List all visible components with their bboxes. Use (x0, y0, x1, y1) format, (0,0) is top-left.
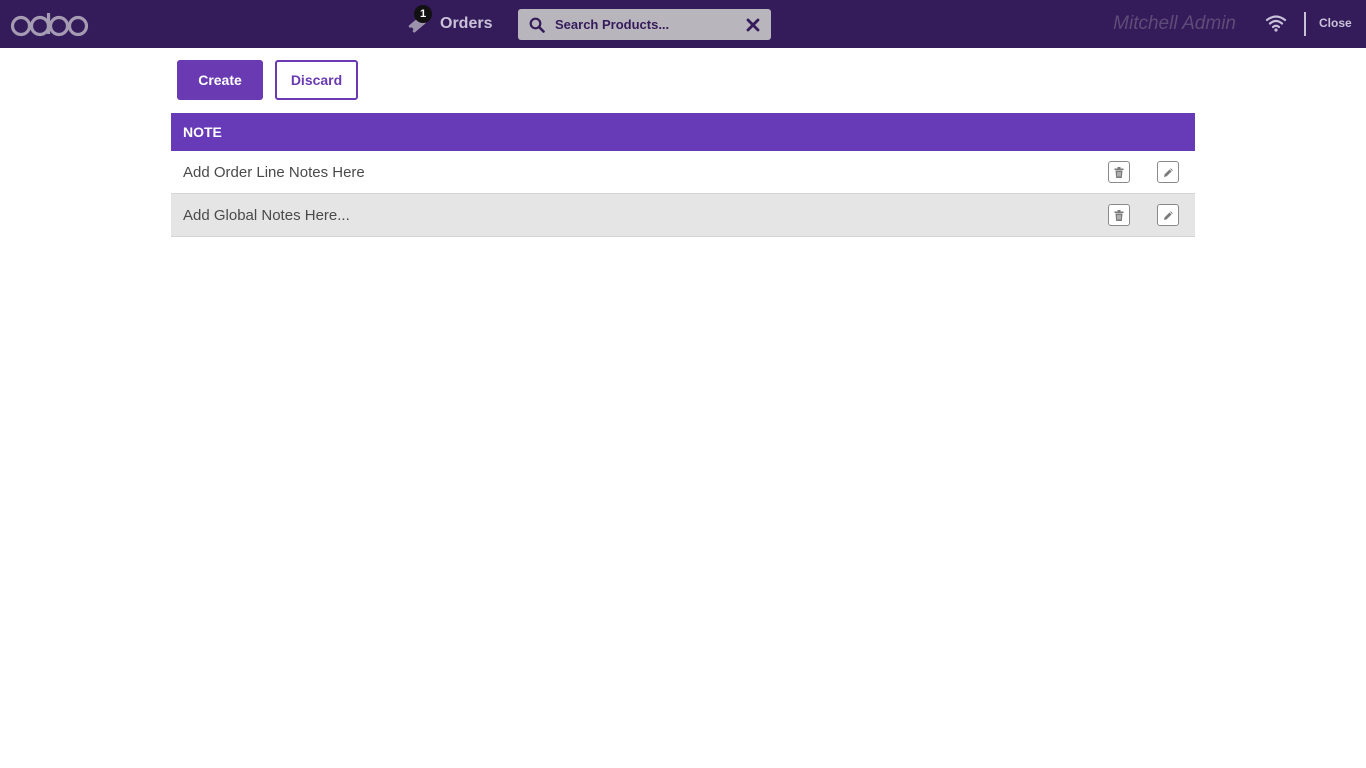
header-divider (1304, 12, 1306, 36)
orders-label: Orders (440, 15, 493, 32)
close-button[interactable]: Close (1319, 16, 1352, 30)
column-header-note: NOTE (171, 113, 1195, 151)
edit-button[interactable] (1157, 161, 1179, 183)
note-text: Add Order Line Notes Here (183, 163, 365, 181)
trash-icon (1114, 166, 1124, 178)
pencil-icon (1163, 167, 1173, 177)
pencil-icon (1163, 210, 1173, 220)
ticket-icon: 1 (406, 5, 432, 35)
clear-search-icon[interactable] (746, 18, 760, 32)
delete-button[interactable] (1108, 204, 1130, 226)
top-bar: 1 Orders Mitchell Admin Close (0, 0, 1366, 48)
table-row[interactable]: Add Global Notes Here... (171, 194, 1195, 237)
search-input[interactable] (555, 9, 735, 40)
discard-button[interactable]: Discard (275, 60, 358, 100)
search-box (518, 9, 771, 40)
orders-count-badge: 1 (414, 5, 432, 23)
odoo-logo (10, 13, 89, 37)
cashier-name[interactable]: Mitchell Admin (1113, 13, 1236, 35)
table-row[interactable]: Add Order Line Notes Here (171, 151, 1195, 194)
edit-button[interactable] (1157, 204, 1179, 226)
create-button[interactable]: Create (177, 60, 263, 100)
trash-icon (1114, 209, 1124, 221)
notes-table: NOTE Add Order Line Notes Here Add Globa… (171, 113, 1195, 237)
orders-button[interactable]: 1 Orders (406, 5, 493, 40)
delete-button[interactable] (1108, 161, 1130, 183)
search-icon (529, 17, 545, 33)
note-text: Add Global Notes Here... (183, 206, 350, 224)
wifi-icon (1265, 15, 1287, 32)
